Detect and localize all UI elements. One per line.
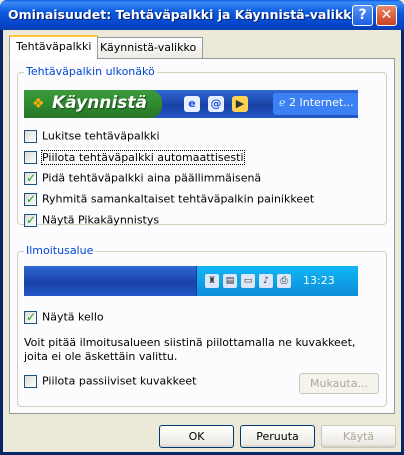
checkbox-label: Piilota passiiviset kuvakkeet (42, 374, 197, 388)
notification-group-label: Ilmoitusalue (24, 244, 96, 257)
always-on-top-checkbox[interactable]: ✓ Pidä tehtäväpalkki aina päällimmäisenä (24, 171, 261, 185)
taskbar-preview: ❖ Käynnistä e @ ▶ ℯ 2 Internet... (24, 90, 358, 118)
checkmark-icon: ✓ (26, 191, 37, 206)
clock-preview: 13:23 (303, 274, 335, 287)
customize-button[interactable]: Mukauta... (299, 373, 379, 394)
checkmark-icon: ✓ (26, 212, 37, 227)
close-button[interactable]: ✕ (376, 5, 397, 26)
media-player-icon: ▶ (232, 96, 248, 112)
checkbox-box[interactable] (24, 150, 37, 164)
ie-task-icon: ℯ (279, 96, 286, 109)
checkbox-label: Lukitse tehtäväpalkki (42, 129, 160, 143)
properties-window: Ominaisuudet: Tehtäväpalkki ja Käynnistä… (0, 0, 404, 455)
checkbox-label: Näytä kello (42, 310, 104, 324)
volume-icon: ♪ (259, 274, 273, 288)
notification-description: Voit pitää ilmoitusalueen siistinä piilo… (24, 336, 356, 363)
network-icon: ▤ (223, 274, 237, 288)
quick-launch-checkbox[interactable]: ✓ Näytä Pikakäynnistys (24, 213, 159, 227)
monitor-icon: ▭ (241, 274, 255, 288)
appearance-group-label: Tehtäväpalkin ulkonäkö (24, 65, 157, 78)
dialog-client: Tehtäväpalkki Käynnistä-valikko Tehtäväp… (3, 30, 401, 452)
task-button-preview: ℯ 2 Internet... (273, 93, 358, 115)
checkbox-box[interactable]: ✓ (24, 170, 37, 185)
tab-taskbar[interactable]: Tehtäväpalkki (9, 35, 99, 59)
appearance-group: Tehtäväpalkin ulkonäkö ❖ Käynnistä e @ ▶… (17, 65, 387, 227)
checkbox-box[interactable]: ✓ (24, 309, 37, 324)
lock-taskbar-checkbox[interactable]: Lukitse tehtäväpalkki (24, 129, 160, 143)
checkbox-label: Piilota tehtäväpalkki automaattisesti (41, 149, 245, 165)
windows-logo-icon: ❖ (32, 96, 45, 112)
group-buttons-checkbox[interactable]: ✓ Ryhmitä samankaltaiset tehtäväpalkin pa… (24, 192, 314, 206)
help-button[interactable]: ? (352, 5, 373, 26)
checkbox-label: Pidä tehtäväpalkki aina päällimmäisenä (42, 171, 262, 185)
printer-icon: ⎙ (277, 274, 291, 288)
outlook-express-icon: @ (208, 96, 224, 112)
window-title: Ominaisuudet: Tehtäväpalkki ja Käynnistä… (8, 7, 360, 22)
checkbox-label: Näytä Pikakäynnistys (42, 213, 160, 227)
title-bar[interactable]: Ominaisuudet: Tehtäväpalkki ja Käynnistä… (0, 0, 404, 30)
hide-inactive-icons-checkbox[interactable]: Piilota passiiviset kuvakkeet (24, 374, 196, 388)
tab-start-menu[interactable]: Käynnistä-valikko (93, 37, 204, 58)
checkmark-icon: ✓ (26, 309, 37, 324)
auto-hide-checkbox[interactable]: Piilota tehtäväpalkki automaattisesti (24, 149, 245, 165)
notification-tray: ♜ ▤ ▭ ♪ ⎙ 13:23 (196, 266, 358, 296)
tray-app-icon: ♜ (205, 274, 219, 288)
show-clock-checkbox[interactable]: ✓ Näytä kello (24, 310, 104, 324)
checkbox-box[interactable] (24, 129, 37, 143)
checkbox-box[interactable]: ✓ (24, 212, 37, 227)
checkbox-box[interactable] (24, 374, 37, 388)
task-button-label: 2 Internet... (289, 96, 354, 109)
start-button-preview: ❖ Käynnistä (24, 90, 162, 118)
checkmark-icon: ✓ (26, 170, 37, 185)
apply-button[interactable]: Käytä (321, 425, 396, 448)
checkbox-label: Ryhmitä samankaltaiset tehtäväpalkin pai… (42, 192, 315, 206)
ok-button[interactable]: OK (159, 425, 234, 448)
checkbox-box[interactable]: ✓ (24, 191, 37, 206)
start-label: Käynnistä (52, 93, 147, 113)
notification-area-group: Ilmoitusalue ♜ ▤ ▭ ♪ ⎙ 13:23 ✓ Näytä kell… (17, 244, 387, 407)
internet-explorer-icon: e (184, 96, 200, 112)
cancel-button[interactable]: Peruuta (240, 425, 315, 448)
tab-panel: Tehtäväpalkin ulkonäkö ❖ Käynnistä e @ ▶… (9, 58, 395, 414)
tray-preview: ♜ ▤ ▭ ♪ ⎙ 13:23 (24, 266, 358, 296)
